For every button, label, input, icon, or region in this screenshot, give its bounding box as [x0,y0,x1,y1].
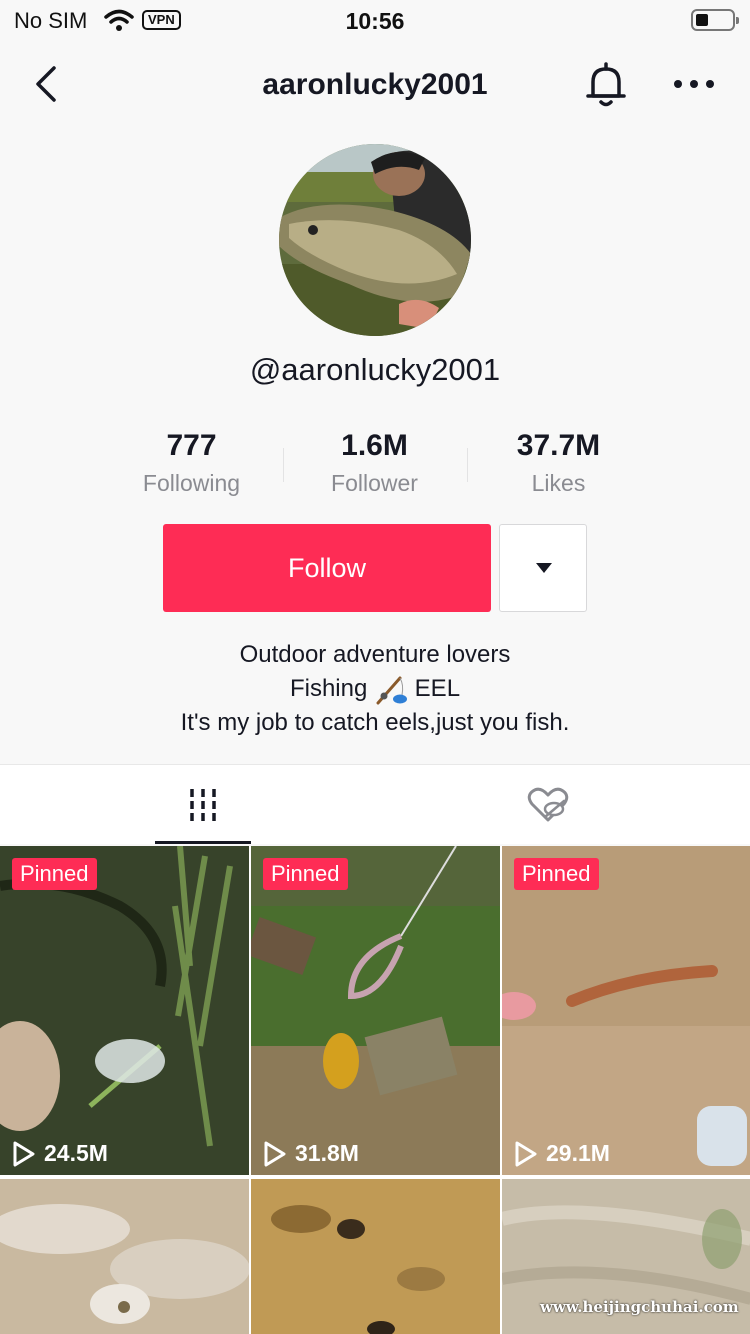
bio-line: It's my job to catch eels,just you fish. [180,709,570,736]
thumbnail-image [0,846,249,1175]
thumbnail-image [0,1179,249,1334]
bell-icon[interactable] [584,62,628,108]
battery-icon [691,9,739,31]
stat-label: Following [142,470,241,496]
profile-handle: @aaronlucky2001 [249,352,501,387]
profile-bio: Outdoor adventure lovers Fishing EEL It'… [0,638,750,740]
bio-text: Fishing [289,675,368,702]
view-count-text: 31.8M [295,1140,359,1166]
status-bar: No SIM VPN 10:56 [0,0,750,40]
vpn-badge: VPN [142,10,181,30]
thumbnail-image [251,846,500,1175]
bio-text: EEL [414,675,461,702]
view-count: 31.8M [263,1140,359,1167]
play-icon [13,1141,35,1166]
view-count: 29.1M [514,1140,610,1167]
thumbnail-image [251,1179,500,1334]
pinned-badge: Pinned [12,858,97,890]
tab-videos[interactable] [0,765,375,845]
profile-tabs [0,764,750,844]
carrier-label: No SIM [14,8,88,33]
bio-line: Fishing EEL [0,672,750,706]
tab-liked[interactable] [375,765,750,845]
video-grid: Pinned 24.5M Pinned 31.8M Pinned 29.1M [0,846,750,1334]
pinned-badge: Pinned [514,858,599,890]
stat-value: 777 [166,429,217,462]
video-thumbnail[interactable]: Pinned 29.1M [502,846,750,1175]
avatar-photo [279,144,471,336]
avatar[interactable] [279,144,471,336]
follow-button[interactable]: Follow [163,524,491,612]
top-nav: aaronlucky2001 [0,50,750,120]
caret-down-icon [536,563,552,573]
video-thumbnail[interactable] [251,1179,500,1334]
stat-value: 1.6M [341,429,408,462]
play-icon [264,1141,286,1166]
video-thumbnail[interactable] [0,1179,249,1334]
videos-grid-icon [190,789,216,821]
stat-following[interactable]: 777 Following [100,426,283,497]
view-count: 24.5M [12,1140,108,1167]
stat-likes[interactable]: 37.7M Likes [467,426,650,497]
stat-value: 37.7M [516,429,601,462]
liked-hidden-icon [527,787,569,822]
stat-label: Likes [531,470,586,496]
wifi-icon [104,9,134,31]
stat-follower[interactable]: 1.6M Follower [283,426,466,497]
fishing-pole-icon [376,676,407,705]
thumbnail-image [502,846,750,1175]
more-dots-icon[interactable] [672,72,716,96]
chevron-left-icon[interactable] [28,64,68,104]
video-thumbnail[interactable]: Pinned 24.5M [0,846,249,1175]
stat-label: Follower [331,470,418,496]
watermark: www.heijingchuhai.com [540,1298,739,1316]
suggested-accounts-button[interactable] [499,524,587,612]
active-tab-indicator [155,841,251,844]
page-title: aaronlucky2001 [262,68,488,101]
play-icon [515,1141,537,1166]
profile-stats: 777 Following 1.6M Follower 37.7M Likes [100,426,650,506]
view-count-text: 24.5M [44,1140,108,1166]
view-count-text: 29.1M [546,1140,610,1166]
bio-line: Outdoor adventure lovers [239,641,511,668]
video-thumbnail[interactable]: Pinned 31.8M [251,846,500,1175]
pinned-badge: Pinned [263,858,348,890]
